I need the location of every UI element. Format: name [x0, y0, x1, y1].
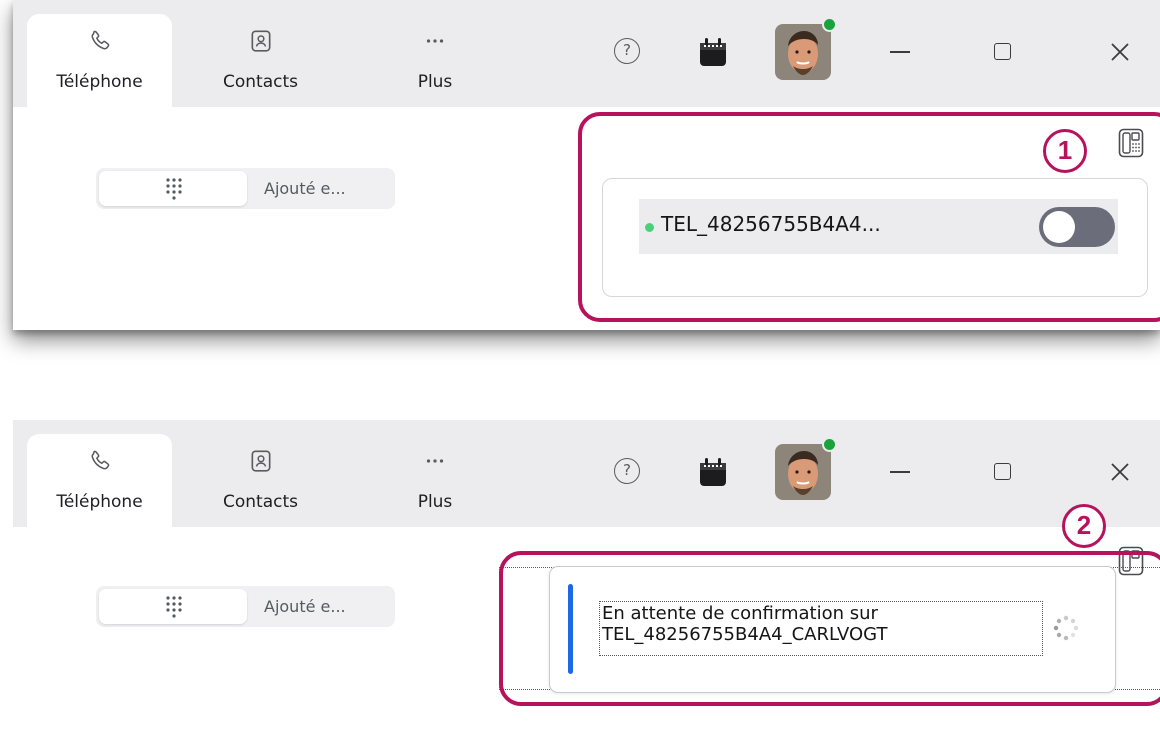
maximize-button[interactable]: [994, 43, 1011, 60]
callout-badge-2: 2: [1062, 504, 1106, 548]
more-icon: [426, 39, 444, 43]
phone-icon: [91, 30, 109, 50]
dialpad-icon: [166, 178, 182, 200]
dialpad-button[interactable]: [99, 589, 247, 624]
close-icon[interactable]: [1108, 460, 1132, 484]
help-icon[interactable]: ?: [614, 38, 640, 64]
presence-indicator: [822, 17, 837, 32]
tab-phone-label: Téléphone: [56, 492, 143, 512]
tab-phone[interactable]: Téléphone: [27, 434, 172, 527]
tab-contacts-label: Contacts: [223, 492, 298, 512]
minimize-button[interactable]: [890, 51, 910, 53]
dialpad-segment: Ajouté e...: [96, 168, 395, 209]
help-icon[interactable]: ?: [614, 458, 640, 484]
more-icon: [426, 459, 444, 463]
avatar[interactable]: [775, 444, 831, 500]
contact-card-icon: [251, 450, 270, 472]
tab-contacts-label: Contacts: [223, 72, 298, 92]
tab-phone-label: Téléphone: [56, 72, 143, 92]
app-window-state-1: Téléphone Contacts Plus ? Ajouté e... TE…: [13, 0, 1160, 330]
close-icon[interactable]: [1108, 40, 1132, 64]
phone-icon: [91, 450, 109, 470]
app-window-state-2: Téléphone Contacts Plus ? Ajouté e... En…: [13, 420, 1160, 749]
callout-badge-1: 1: [1043, 129, 1087, 173]
calendar-icon[interactable]: [696, 456, 730, 488]
tab-more-label: Plus: [417, 492, 453, 512]
tab-more[interactable]: Plus: [380, 14, 490, 107]
presence-indicator: [822, 437, 837, 452]
top-navigation-bar: Téléphone Contacts Plus ?: [13, 0, 1160, 107]
added-filter-button[interactable]: Ajouté e...: [264, 597, 346, 616]
dialpad-button[interactable]: [99, 171, 247, 206]
maximize-button[interactable]: [994, 463, 1011, 480]
tab-more-label: Plus: [417, 72, 453, 92]
calendar-icon[interactable]: [696, 36, 730, 68]
avatar[interactable]: [775, 24, 831, 80]
contact-card-icon: [251, 30, 270, 52]
tab-phone[interactable]: Téléphone: [27, 14, 172, 107]
dialpad-segment: Ajouté e...: [96, 586, 395, 627]
top-navigation-bar: Téléphone Contacts Plus ?: [13, 420, 1160, 527]
callout-highlight-2: [499, 551, 1160, 706]
minimize-button[interactable]: [890, 471, 910, 473]
tab-contacts[interactable]: Contacts: [188, 434, 333, 527]
tab-contacts[interactable]: Contacts: [188, 14, 333, 107]
tab-more[interactable]: Plus: [380, 434, 490, 527]
dialpad-icon: [166, 596, 182, 618]
added-filter-button[interactable]: Ajouté e...: [264, 179, 346, 198]
